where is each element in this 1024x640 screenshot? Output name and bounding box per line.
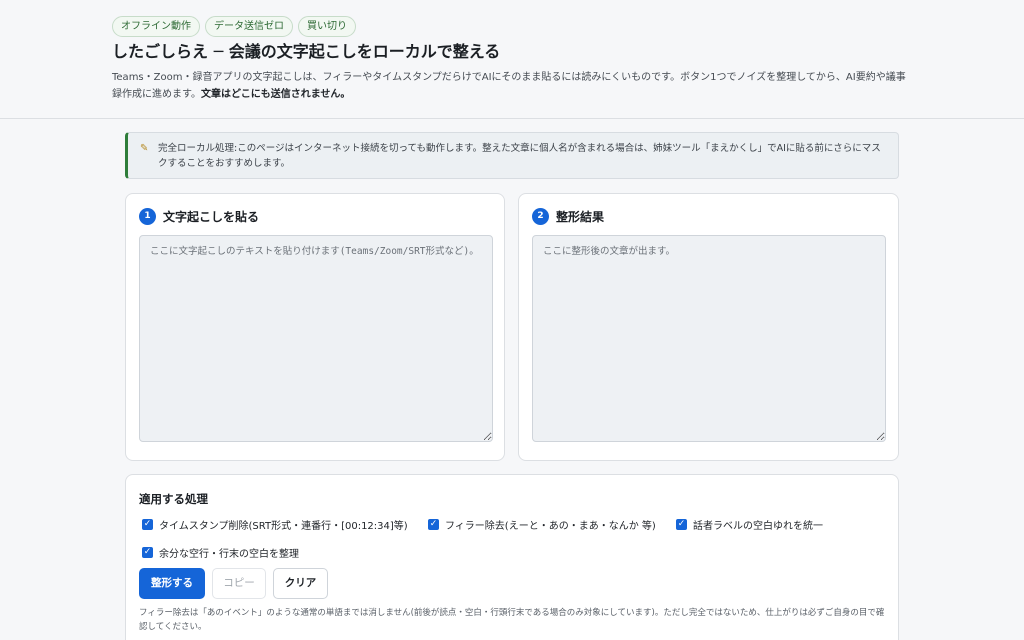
- page-title: したごしらえ ─ 会議の文字起こしをローカルで整える: [112, 42, 501, 61]
- formatted-output[interactable]: [532, 235, 886, 442]
- badge-one-time-purchase: 買い切り: [298, 16, 356, 37]
- option-label: 話者ラベルの空白ゆれを統一: [693, 521, 823, 532]
- input-panel-label: 文字起こしを貼る: [163, 210, 260, 224]
- input-panel: 1 文字起こしを貼る: [125, 193, 505, 461]
- output-panel-label: 整形結果: [556, 210, 605, 224]
- badge-list: オフライン動作 データ送信ゼロ 買い切り: [112, 16, 356, 37]
- input-panel-heading: 1 文字起こしを貼る: [139, 208, 259, 225]
- option-remove-timestamps[interactable]: ✓ タイムスタンプ削除(SRT形式・連番行・[00:12:34]等): [142, 517, 408, 532]
- step-number-badge: 1: [139, 208, 156, 225]
- options-panel: 適用する処理 ✓ タイムスタンプ削除(SRT形式・連番行・[00:12:34]等…: [125, 474, 899, 640]
- clear-button[interactable]: クリア: [273, 568, 328, 599]
- checkbox-checked-icon[interactable]: ✓: [428, 519, 439, 530]
- output-panel: 2 整形結果: [518, 193, 899, 461]
- badge-offline: オフライン動作: [112, 16, 200, 37]
- option-label: タイムスタンプ削除(SRT形式・連番行・[00:12:34]等): [159, 521, 408, 532]
- page-header: オフライン動作 データ送信ゼロ 買い切り したごしらえ ─ 会議の文字起こしをロ…: [0, 0, 1024, 119]
- output-panel-heading: 2 整形結果: [532, 208, 604, 225]
- step-number-badge: 2: [532, 208, 549, 225]
- local-processing-notice: ✎ 完全ローカル処理:このページはインターネット接続を切っても動作します。整えた…: [125, 132, 899, 179]
- option-trim-blank-lines[interactable]: ✓ 余分な空行・行末の空白を整理: [142, 545, 299, 560]
- checkbox-checked-icon[interactable]: ✓: [676, 519, 687, 530]
- badge-no-data-transfer: データ送信ゼロ: [205, 16, 293, 37]
- checkbox-checked-icon[interactable]: ✓: [142, 547, 153, 558]
- options-title: 適用する処理: [139, 492, 208, 506]
- description-strong: 文章はどこにも送信されません。: [201, 89, 351, 100]
- option-label: フィラー除去(えーと・あの・まあ・なんか 等): [445, 521, 656, 532]
- notice-text: 完全ローカル処理:このページはインターネット接続を切っても動作します。整えた文章…: [158, 143, 881, 169]
- page-description: Teams・Zoom・録音アプリの文字起こしは、フィラーやタイムスタンプだらけで…: [112, 69, 912, 103]
- format-button[interactable]: 整形する: [139, 568, 205, 599]
- option-label: 余分な空行・行末の空白を整理: [159, 549, 299, 560]
- filler-removal-note: フィラー除去は「あのイベント」のような通常の単語までは消しません(前後が読点・空…: [139, 608, 885, 632]
- memo-icon: ✎: [140, 143, 149, 154]
- option-remove-fillers[interactable]: ✓ フィラー除去(えーと・あの・まあ・なんか 等): [428, 517, 656, 532]
- transcript-input[interactable]: [139, 235, 493, 442]
- copy-button[interactable]: コピー: [212, 568, 266, 599]
- option-normalize-speaker-labels[interactable]: ✓ 話者ラベルの空白ゆれを統一: [676, 517, 823, 532]
- checkbox-checked-icon[interactable]: ✓: [142, 519, 153, 530]
